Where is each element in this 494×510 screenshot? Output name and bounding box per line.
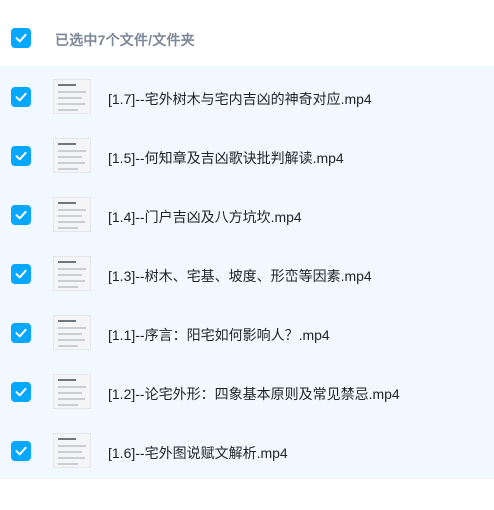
selection-header: 已选中7个文件/文件夹 <box>0 0 494 66</box>
file-checkbox[interactable] <box>11 441 31 461</box>
checkmark-icon <box>15 33 27 43</box>
file-row[interactable]: [1.6]--宅外图说赋文解析.mp4 <box>0 421 494 480</box>
file-row[interactable]: [1.3]--树木、宅基、坡度、形峦等因素.mp4 <box>0 244 494 303</box>
file-name[interactable]: [1.5]--何知章及吉凶歌诀批判解读.mp4 <box>108 148 344 168</box>
checkmark-icon <box>15 210 27 220</box>
video-thumbnail <box>53 197 91 232</box>
video-thumbnail <box>53 138 91 173</box>
file-checkbox[interactable] <box>11 205 31 225</box>
checkmark-icon <box>15 92 27 102</box>
checkmark-icon <box>15 387 27 397</box>
file-row[interactable]: [1.4]--门户吉凶及八方坑坎.mp4 <box>0 185 494 244</box>
file-name[interactable]: [1.4]--门户吉凶及八方坑坎.mp4 <box>108 207 302 227</box>
file-name[interactable]: [1.1]--序言：阳宅如何影响人？.mp4 <box>108 325 330 345</box>
file-checkbox[interactable] <box>11 87 31 107</box>
file-selection-panel: 已选中7个文件/文件夹 [1.7]--宅外树木与宅内吉凶的神奇对应.mp4 [1… <box>0 0 494 510</box>
file-row[interactable]: [1.2]--论宅外形：四象基本原则及常见禁忌.mp4 <box>0 362 494 421</box>
video-thumbnail <box>53 315 91 350</box>
video-thumbnail <box>53 433 91 468</box>
file-row[interactable]: [1.7]--宅外树木与宅内吉凶的神奇对应.mp4 <box>0 67 494 126</box>
file-checkbox[interactable] <box>11 146 31 166</box>
file-list: [1.7]--宅外树木与宅内吉凶的神奇对应.mp4 [1.5]--何知章及吉凶歌… <box>0 66 494 479</box>
file-name[interactable]: [1.6]--宅外图说赋文解析.mp4 <box>108 443 288 463</box>
selection-count-title: 已选中7个文件/文件夹 <box>55 32 195 48</box>
checkmark-icon <box>15 269 27 279</box>
checkmark-icon <box>15 151 27 161</box>
file-name[interactable]: [1.7]--宅外树木与宅内吉凶的神奇对应.mp4 <box>108 89 372 109</box>
file-name[interactable]: [1.3]--树木、宅基、坡度、形峦等因素.mp4 <box>108 266 372 286</box>
checkmark-icon <box>15 446 27 456</box>
file-checkbox[interactable] <box>11 323 31 343</box>
file-row[interactable]: [1.5]--何知章及吉凶歌诀批判解读.mp4 <box>0 126 494 185</box>
select-all-checkbox[interactable] <box>11 28 31 48</box>
video-thumbnail <box>53 79 91 114</box>
video-thumbnail <box>53 256 91 291</box>
video-thumbnail <box>53 374 91 409</box>
checkmark-icon <box>15 328 27 338</box>
file-checkbox[interactable] <box>11 264 31 284</box>
file-checkbox[interactable] <box>11 382 31 402</box>
file-row[interactable]: [1.1]--序言：阳宅如何影响人？.mp4 <box>0 303 494 362</box>
file-name[interactable]: [1.2]--论宅外形：四象基本原则及常见禁忌.mp4 <box>108 384 400 404</box>
